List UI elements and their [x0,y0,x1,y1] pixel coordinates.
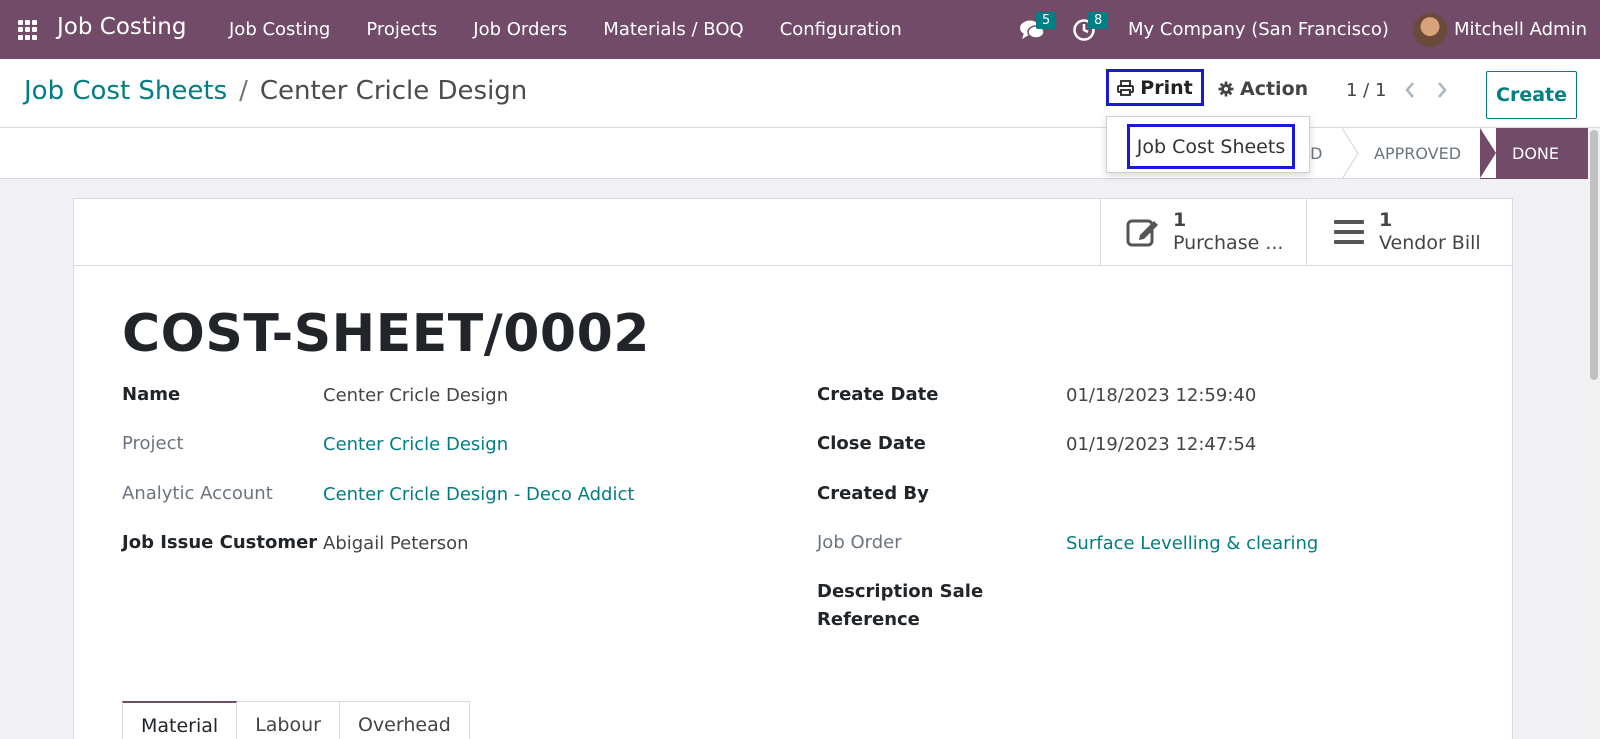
messages-button[interactable]: 5 [1012,0,1057,59]
menu-configuration[interactable]: Configuration [762,0,920,59]
action-label: Action [1240,78,1309,100]
menu-job-costing[interactable]: Job Costing [211,0,348,59]
scrollbar-thumb[interactable] [1590,130,1598,380]
stage-approved[interactable]: APPROVED [1374,128,1461,179]
purchase-smart-button[interactable]: 1 Purchase ... [1100,199,1306,265]
control-panel: Job Cost Sheets / Center Cricle Design P… [0,59,1600,128]
record-title: COST-SHEET/0002 [122,304,650,364]
print-label: Print [1140,76,1193,99]
menu-materials-boq[interactable]: Materials / BOQ [585,0,761,59]
analytic-account-label: Analytic Account [122,483,273,504]
job-issue-customer-label: Job Issue Customer [122,532,318,553]
analytic-account-link[interactable]: Center Cricle Design - Deco Addict [323,484,634,505]
form-sheet: 1 Purchase ... 1 Vendor Bill COST-SHEET/… [73,198,1513,739]
chevron-right-icon [1438,82,1447,98]
top-navbar: Job Costing Job Costing Projects Job Ord… [0,0,1600,59]
menu-job-orders[interactable]: Job Orders [455,0,585,59]
activities-button[interactable]: 8 [1064,0,1109,59]
breadcrumb-current: Center Cricle Design [259,76,528,106]
job-order-label: Job Order [817,532,902,553]
print-button[interactable]: Print [1106,69,1204,106]
breadcrumb: Job Cost Sheets / Center Cricle Design [24,76,527,106]
pager-value[interactable]: 1 / 1 [1346,80,1386,101]
pager-next-button[interactable] [1430,73,1454,107]
user-avatar[interactable] [1412,12,1447,47]
vendor-bill-label: Vendor Bill [1379,232,1481,254]
purchase-count: 1 [1173,209,1187,231]
messages-badge: 5 [1035,12,1057,29]
purchase-label: Purchase ... [1173,232,1284,254]
gear-icon [1218,81,1234,97]
print-dropdown: Job Cost Sheets [1106,116,1310,173]
create-date-label: Create Date [817,384,939,405]
name-value[interactable]: Center Cricle Design [323,385,508,406]
job-issue-customer-value[interactable]: Abigail Peterson [323,533,469,554]
list-icon [1334,220,1364,244]
main-menu: Job Costing Projects Job Orders Material… [211,0,920,59]
print-icon [1117,79,1135,96]
created-by-label: Created By [817,483,929,504]
apps-menu-icon[interactable] [18,20,38,40]
tab-material[interactable]: Material [122,701,238,739]
job-order-link[interactable]: Surface Levelling & clearing [1066,533,1318,554]
smart-button-box: 1 Purchase ... 1 Vendor Bill [74,199,1512,266]
pager-previous-button[interactable] [1398,73,1422,107]
app-title[interactable]: Job Costing [57,14,186,40]
breadcrumb-parent[interactable]: Job Cost Sheets [24,76,227,106]
edit-icon [1126,219,1158,247]
create-button[interactable]: Create [1486,71,1577,119]
tab-overhead[interactable]: Overhead [339,701,470,739]
status-bar: ED APPROVED DONE [0,128,1588,179]
tab-labour[interactable]: Labour [237,701,340,739]
action-button[interactable]: Action [1218,73,1308,105]
company-switcher[interactable]: My Company (San Francisco) [1128,19,1389,40]
page-scrollbar[interactable] [1588,128,1600,739]
stage-separator [1342,128,1359,179]
notebook-tabs: Material Labour Overhead [122,701,470,739]
name-label: Name [122,384,181,405]
menu-projects[interactable]: Projects [348,0,455,59]
reference-label: Reference [817,609,920,630]
close-date-value[interactable]: 01/19/2023 12:47:54 [1066,434,1256,455]
chevron-left-icon [1405,82,1414,98]
breadcrumb-separator: / [239,76,248,106]
vendor-bill-smart-button[interactable]: 1 Vendor Bill [1306,199,1512,265]
project-label: Project [122,433,184,454]
project-link[interactable]: Center Cricle Design [323,434,508,455]
print-job-cost-sheets-item[interactable]: Job Cost Sheets [1127,124,1295,169]
close-date-label: Close Date [817,433,926,454]
vendor-bill-count: 1 [1379,209,1393,231]
activities-badge: 8 [1087,12,1109,29]
user-menu[interactable]: Mitchell Admin [1454,19,1587,40]
create-date-value[interactable]: 01/18/2023 12:59:40 [1066,385,1256,406]
systray: 5 8 My Company (San Francisco) Mitchell … [1012,0,1600,59]
description-sale-label: Description Sale [817,581,984,602]
stage-done[interactable]: DONE [1480,128,1588,179]
